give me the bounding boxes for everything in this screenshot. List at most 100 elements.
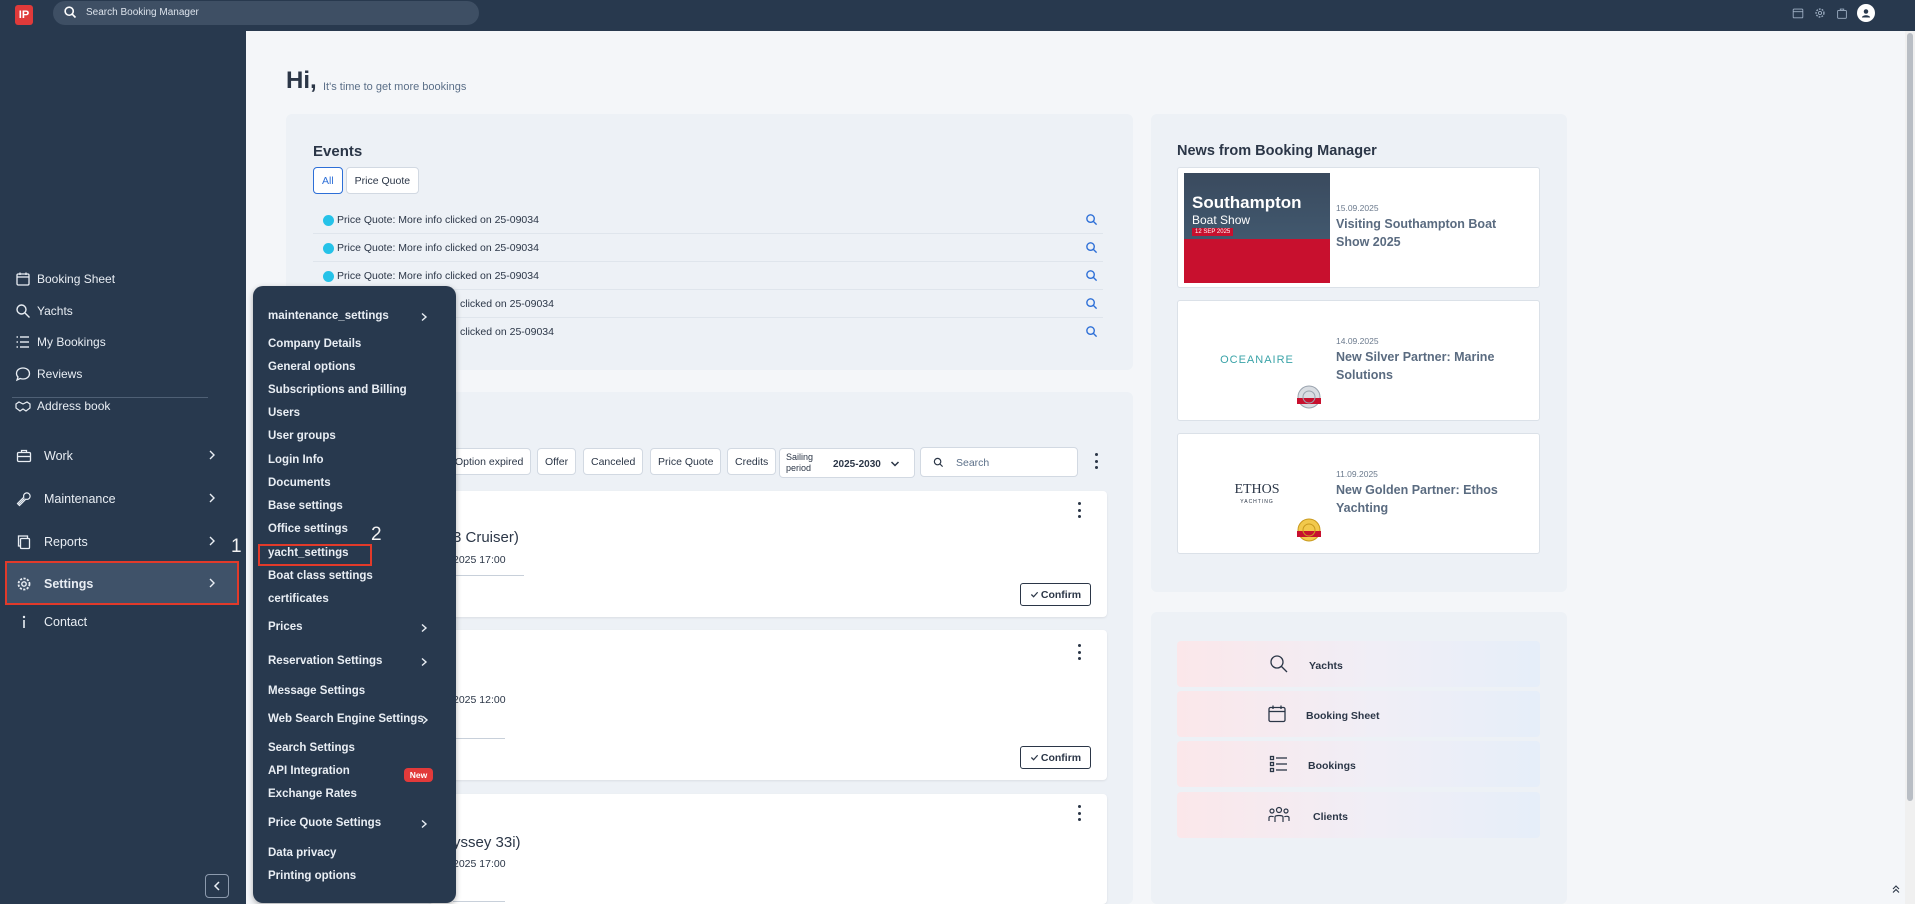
menu-item-search-settings[interactable]: Search Settings	[268, 742, 355, 758]
bag-icon[interactable]	[1835, 6, 1849, 20]
menu-item-printing-options[interactable]: Printing options	[268, 870, 356, 886]
chat-icon	[15, 367, 31, 382]
menu-item-certificates[interactable]: certificates	[268, 593, 329, 609]
sidebar-item-settings[interactable]: Settings	[14, 569, 236, 599]
scrollbar-thumb[interactable]	[1907, 33, 1913, 801]
menu-item-users[interactable]: Users	[268, 407, 300, 423]
news-card[interactable]: ETHOS YACHTING 11.09.2025 New Golden Par…	[1177, 433, 1540, 554]
more-options-icon[interactable]	[1077, 644, 1081, 660]
menu-item-general-options[interactable]: General options	[268, 361, 356, 377]
sidebar-item-label: My Bookings	[37, 335, 106, 349]
sidebar-item-reviews[interactable]: Reviews	[15, 364, 82, 384]
more-options-icon[interactable]	[1094, 453, 1098, 469]
search-icon[interactable]	[1085, 213, 1098, 226]
news-image-logo: OCEANAIRE	[1220, 354, 1294, 366]
news-image: OCEANAIRE	[1184, 306, 1330, 416]
sidebar-item-yachts[interactable]: Yachts	[15, 301, 73, 321]
menu-item-documents[interactable]: Documents	[268, 477, 331, 493]
check-icon	[1030, 591, 1038, 598]
news-card[interactable]: OCEANAIRE 14.09.2025 New Silver Partner:…	[1177, 300, 1540, 421]
menu-item-base-settings[interactable]: Base settings	[268, 500, 343, 516]
sidebar-item-label: Yachts	[37, 304, 73, 318]
menu-item-boat-class-settings[interactable]: Boat class settings	[268, 570, 373, 586]
chevron-right-icon	[209, 493, 215, 503]
list-icon	[1269, 755, 1287, 773]
confirm-button[interactable]: Confirm	[1020, 583, 1091, 606]
sidebar-item-my-bookings[interactable]: My Bookings	[15, 332, 106, 352]
sailing-period-select[interactable]: Sailing period 2025-2030	[779, 448, 915, 478]
calendar-icon	[1268, 705, 1286, 723]
search-icon[interactable]	[1085, 297, 1098, 310]
events-filter-tabs: All Price Quote	[313, 167, 420, 194]
quicklink-bookings[interactable]: Bookings	[1177, 741, 1540, 787]
menu-item-reservation-settings[interactable]: Reservation Settings	[268, 655, 382, 671]
menu-item-yacht-settings[interactable]: yacht_settings	[268, 547, 349, 563]
sidebar-item-work[interactable]: Work	[14, 441, 236, 471]
filter-credits[interactable]: Credits	[727, 448, 777, 475]
gear-icon[interactable]	[1813, 6, 1827, 20]
menu-item-subscriptions-billing[interactable]: Subscriptions and Billing	[268, 384, 407, 400]
event-row: Price Quote: More info clicked on 25-090…	[323, 264, 1098, 288]
menu-item-office-settings[interactable]: Office settings	[268, 523, 348, 539]
scroll-top-icon[interactable]	[1891, 884, 1901, 894]
avatar[interactable]	[1857, 4, 1875, 22]
filter-option-expired[interactable]: Option expired	[447, 448, 532, 475]
menu-item-maintenance-settings[interactable]: maintenance_settings	[268, 310, 389, 326]
quicklink-yachts[interactable]: Yachts	[1177, 641, 1540, 687]
menu-item-company-details[interactable]: Company Details	[268, 338, 361, 354]
filter-canceled[interactable]: Canceled	[583, 448, 644, 475]
quicklink-label: Booking Sheet	[1306, 710, 1380, 722]
menu-item-login-info[interactable]: Login Info	[268, 454, 324, 470]
menu-item-user-groups[interactable]: User groups	[268, 430, 336, 446]
top-icons	[1791, 4, 1875, 22]
calendar-icon[interactable]	[1791, 6, 1805, 20]
sidebar-item-address-book[interactable]: Address book	[15, 396, 110, 416]
calendar-icon	[16, 272, 30, 286]
event-text: Price Quote: More info clicked on 25-090…	[337, 242, 539, 254]
briefcase-icon	[16, 449, 32, 463]
booking-card: 2025 12:00	[429, 630, 1107, 780]
bookings-search-input[interactable]: Search	[920, 447, 1078, 477]
sidebar-item-reports[interactable]: Reports	[14, 527, 236, 557]
more-options-icon[interactable]	[1077, 805, 1081, 821]
menu-item-data-privacy[interactable]: Data privacy	[268, 847, 336, 863]
search-icon[interactable]	[1085, 269, 1098, 282]
sidebar-item-contact[interactable]: Contact	[14, 607, 236, 637]
row-divider	[313, 233, 1103, 234]
more-options-icon[interactable]	[1077, 502, 1081, 518]
menu-item-exchange-rates[interactable]: Exchange Rates	[268, 788, 357, 804]
quicklink-clients[interactable]: Clients	[1177, 792, 1540, 838]
menu-item-api-integration[interactable]: API Integration	[268, 765, 350, 781]
tab-price-quote[interactable]: Price Quote	[345, 167, 420, 194]
sidebar-item-maintenance[interactable]: Maintenance	[14, 484, 236, 514]
news-image: ETHOS YACHTING	[1184, 439, 1330, 549]
event-row: clicked on 25-09034	[460, 292, 1098, 316]
chevron-right-icon	[421, 312, 428, 322]
events-title: Events	[313, 143, 363, 160]
global-search-input[interactable]: Search Booking Manager	[53, 1, 479, 25]
search-icon[interactable]	[1085, 241, 1098, 254]
event-text: clicked on 25-09034	[460, 298, 554, 310]
search-icon[interactable]	[1085, 325, 1098, 338]
news-card[interactable]: Southampton Boat Show 12 SEP 2025 15.09.…	[1177, 167, 1540, 288]
menu-item-prices[interactable]: Prices	[268, 621, 303, 637]
sidebar-item-booking-sheet[interactable]: Booking Sheet	[15, 269, 115, 289]
sidebar-item-label: Work	[44, 449, 73, 463]
tab-all[interactable]: All	[313, 167, 343, 194]
filter-price-quote[interactable]: Price Quote	[650, 448, 722, 475]
app-logo[interactable]: IP	[15, 5, 33, 25]
handshake-icon	[15, 401, 31, 412]
sailing-period-value: 2025-2030	[833, 459, 881, 470]
gear-icon	[17, 577, 31, 591]
menu-item-price-quote-settings[interactable]: Price Quote Settings	[268, 817, 381, 833]
menu-item-message-settings[interactable]: Message Settings	[268, 685, 365, 701]
menu-item-web-search-engine-settings[interactable]: Web Search Engine Settings	[268, 713, 424, 729]
sidebar-divider	[12, 397, 208, 398]
news-image-subtitle: Boat Show	[1192, 213, 1251, 227]
page-scrollbar[interactable]	[1905, 31, 1915, 904]
confirm-button[interactable]: Confirm	[1020, 746, 1091, 769]
quicklink-booking-sheet[interactable]: Booking Sheet	[1177, 691, 1540, 737]
filter-offer[interactable]: Offer	[537, 448, 577, 475]
sidebar-collapse-button[interactable]	[205, 874, 229, 898]
sailing-period-label: Sailing period	[786, 452, 814, 473]
